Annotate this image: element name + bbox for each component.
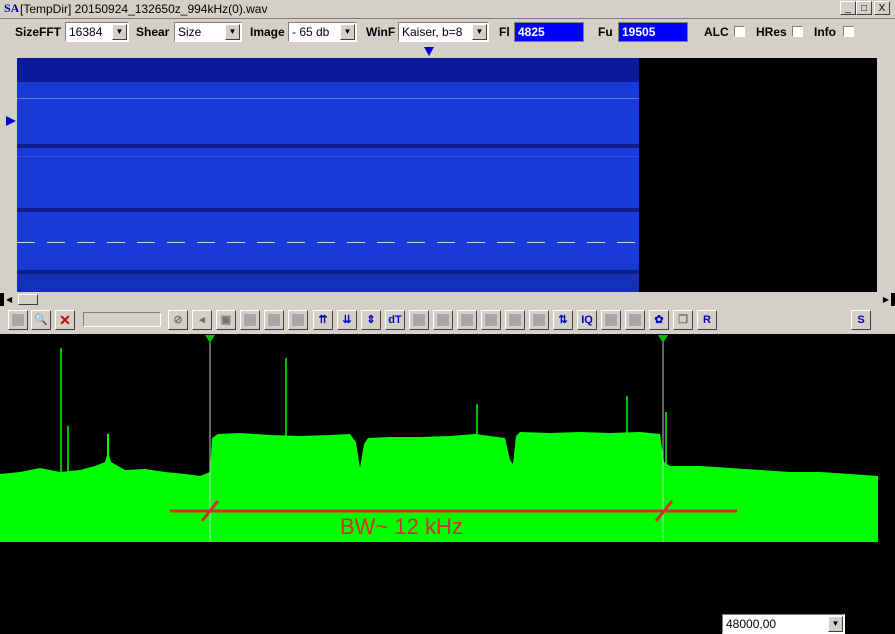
scroll-right-icon[interactable]: ▶ [883,295,889,304]
waterfall-trace [17,242,639,243]
fu-label: Fu [598,25,613,39]
waterfall-trace [17,156,639,157]
horizontal-scrollbar[interactable]: ◀ ▶ [4,293,891,306]
square-icon[interactable] [625,310,645,330]
winf-select[interactable]: Kaiser, b=8 ▼ [398,22,489,42]
fu-marker-icon [658,335,668,343]
shape-icon[interactable] [288,310,308,330]
toolbar-status-field [83,312,161,327]
scroll-thumb[interactable] [18,294,38,305]
square-icon[interactable] [433,310,453,330]
shear-label: Shear [136,25,170,39]
minimize-button[interactable]: _ [840,1,856,15]
square-icon[interactable] [601,310,621,330]
alc-label: ALC [704,25,729,39]
waterfall-empty-area [639,58,877,292]
copy-icon[interactable]: ❐ [673,310,693,330]
r-icon[interactable]: R [697,310,717,330]
sizefft-select[interactable]: 16384 ▼ [65,22,129,42]
shape-icon[interactable] [264,310,284,330]
winf-value: Kaiser, b=8 [402,25,463,39]
alc-checkbox[interactable] [734,26,745,37]
maximize-button[interactable]: □ [856,1,872,15]
controls-bar: SizeFFT 16384 ▼ Shear Size ▼ Image - 65 … [0,19,895,45]
title-bar: SA [TempDir] 20150924_132650z_994kHz(0).… [0,0,895,19]
sizefft-value: 16384 [69,25,103,39]
scroll-left-icon[interactable]: ◀ [6,295,12,304]
square-icon[interactable] [8,310,28,330]
close-button[interactable]: X [874,1,890,15]
image-label: Image [250,25,285,39]
waterfall-display[interactable] [17,58,639,292]
shape-icon[interactable] [240,310,260,330]
image-select[interactable]: - 65 db ▼ [288,22,357,42]
align-bottom-icon[interactable]: ⇊ [337,310,357,330]
shear-select[interactable]: Size ▼ [174,22,242,42]
window-title: [TempDir] 20150924_132650z_994kHz(0).wav [20,2,268,16]
gear-icon[interactable]: ✿ [649,310,669,330]
hres-checkbox[interactable] [792,26,803,37]
align-top-icon[interactable]: ⇈ [313,310,333,330]
square-icon[interactable] [409,310,429,330]
cancel-icon[interactable]: ⊘ [168,310,188,330]
square-icon[interactable] [529,310,549,330]
fl-field[interactable]: 4825 [514,22,584,42]
waterfall-trace [17,98,639,99]
spectrum-plot[interactable]: BW~ 12 kHz [0,334,895,542]
sizefft-label: SizeFFT [15,25,62,39]
chevron-down-icon[interactable]: ▼ [112,24,127,40]
fl-label: Fl [499,25,510,39]
sample-rate-select[interactable]: 48000,00 ▼ [722,614,845,634]
fl-marker-icon [205,335,215,343]
square-icon[interactable] [457,310,477,330]
app-icon: SA [4,1,20,15]
bandwidth-label: BW~ 12 kHz [340,514,463,539]
iq-icon[interactable]: IQ [577,310,597,330]
dt-icon[interactable]: dT [385,310,405,330]
marker-icon[interactable]: ◂ [192,310,212,330]
square-icon[interactable] [481,310,501,330]
square-icon[interactable] [505,310,525,330]
fu-field[interactable]: 19505 [618,22,688,42]
time-marker-icon[interactable] [6,116,16,126]
info-label: Info [814,25,836,39]
arrows-icon[interactable]: ⇅ [553,310,573,330]
hres-label: HRes [756,25,787,39]
chevron-down-icon[interactable]: ▼ [472,24,487,40]
spectrum-svg [0,335,878,542]
sample-rate-value: 48000,00 [726,617,777,631]
zoom-icon[interactable]: 🔍 [31,310,51,330]
chevron-down-icon[interactable]: ▼ [340,24,355,40]
chevron-down-icon[interactable]: ▼ [225,24,240,40]
winf-label: WinF [366,25,396,39]
frame-icon[interactable]: ▣ [216,310,236,330]
info-checkbox[interactable] [843,26,854,37]
align-both-icon[interactable]: ⇕ [361,310,381,330]
no-zoom-icon[interactable]: ✕ [55,310,75,330]
shear-value: Size [178,25,202,39]
s-button[interactable]: S [851,310,871,330]
frequency-marker-icon[interactable] [424,47,434,56]
chevron-down-icon[interactable]: ▼ [828,616,843,632]
image-value: - 65 db [292,25,330,39]
toolbar: 🔍 ✕ ⊘ ◂ ▣ ⇈ ⇊ ⇕ dT ⇅ IQ ✿ ❐ R 48000,00 ▼… [0,306,895,634]
